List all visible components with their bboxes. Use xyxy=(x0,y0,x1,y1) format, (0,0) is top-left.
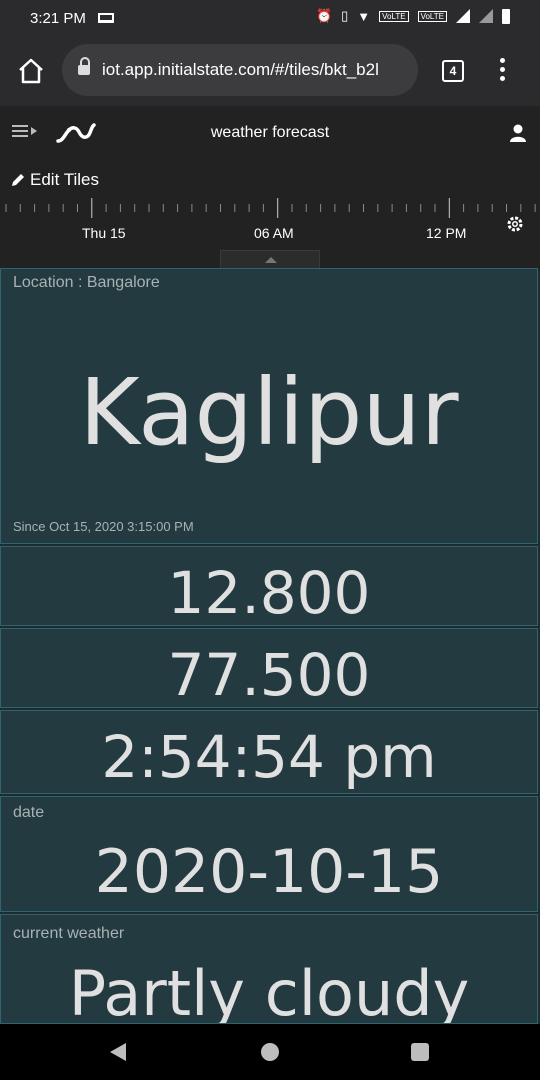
tile-value-2-text: 77.500 xyxy=(167,641,371,708)
browser-toolbar: iot.app.initialstate.com/#/tiles/bkt_b2l… xyxy=(0,36,540,106)
browser-menu-icon[interactable] xyxy=(500,58,506,85)
dashboard-title: weather forecast xyxy=(210,124,330,141)
status-time: 3:21 PM xyxy=(30,9,86,27)
wifi-icon: ▼ xyxy=(357,8,371,24)
status-bar: 3:21 PM ⏰ ▯ ▼ VoLTE VoLTE xyxy=(0,0,540,36)
home-circle-icon[interactable] xyxy=(261,1043,279,1061)
tile-location-label: Location : Bangalore xyxy=(13,274,160,291)
signal-icon-2 xyxy=(479,9,493,23)
tile-weather[interactable]: current weather Partly cloudy xyxy=(0,914,538,1024)
tile-date-value: 2020-10-15 xyxy=(94,837,444,907)
signal-icon xyxy=(456,9,470,23)
tile-value-2[interactable]: 77.500 xyxy=(0,628,538,708)
edit-tiles-label: Edit Tiles xyxy=(30,170,99,189)
url-text: iot.app.initialstate.com/#/tiles/bkt_b2l xyxy=(102,60,379,79)
collapse-timeline-button[interactable] xyxy=(220,250,320,270)
tile-date-label: date xyxy=(13,804,45,821)
timeline-ruler[interactable] xyxy=(0,198,540,218)
gear-icon[interactable] xyxy=(506,215,524,233)
tile-value-1-text: 12.800 xyxy=(167,559,371,626)
system-nav-bar xyxy=(0,1024,540,1080)
tile-weather-value: Partly cloudy xyxy=(68,957,470,1024)
volte-icon: VoLTE xyxy=(379,10,409,22)
timeline-label-day: Thu 15 xyxy=(82,225,126,241)
address-bar[interactable]: iot.app.initialstate.com/#/tiles/bkt_b2l xyxy=(62,44,418,96)
edit-tiles-button[interactable]: Edit Tiles xyxy=(10,170,99,190)
tile-time-text: 2:54:54 pm xyxy=(101,723,437,791)
status-icons: ⏰ ▯ ▼ VoLTE VoLTE xyxy=(316,8,510,24)
alarm-icon: ⏰ xyxy=(315,8,333,23)
tile-location-since: Since Oct 15, 2020 3:15:00 PM xyxy=(13,519,194,534)
tile-location-value: Kaglipur xyxy=(79,359,459,466)
timeline-label-12pm: 12 PM xyxy=(426,225,467,241)
tile-time[interactable]: 2:54:54 pm xyxy=(0,710,538,794)
battery-icon xyxy=(502,8,510,24)
tile-weather-label: current weather xyxy=(13,925,125,942)
laptop-icon xyxy=(97,13,114,23)
timeline-label-6am: 06 AM xyxy=(254,225,294,241)
pencil-icon xyxy=(12,174,24,186)
app-header: weather forecast xyxy=(0,106,540,162)
tile-value-1[interactable]: 12.800 xyxy=(0,546,538,626)
user-icon[interactable] xyxy=(510,124,526,142)
tile-location[interactable]: Location : Bangalore Kaglipur Since Oct … xyxy=(0,268,538,544)
tiles-toolbar: Edit Tiles Thu 15 06 AM 12 PM xyxy=(0,162,540,270)
tab-switcher-button[interactable]: 4 xyxy=(442,60,464,82)
tile-date[interactable]: date 2020-10-15 xyxy=(0,796,538,912)
lock-icon xyxy=(78,57,90,77)
back-icon[interactable] xyxy=(110,1043,126,1061)
home-icon[interactable] xyxy=(16,56,46,86)
volte-icon-2: VoLTE xyxy=(417,10,447,22)
vibrate-icon: ▯ xyxy=(341,8,349,23)
recents-icon[interactable] xyxy=(411,1043,429,1061)
